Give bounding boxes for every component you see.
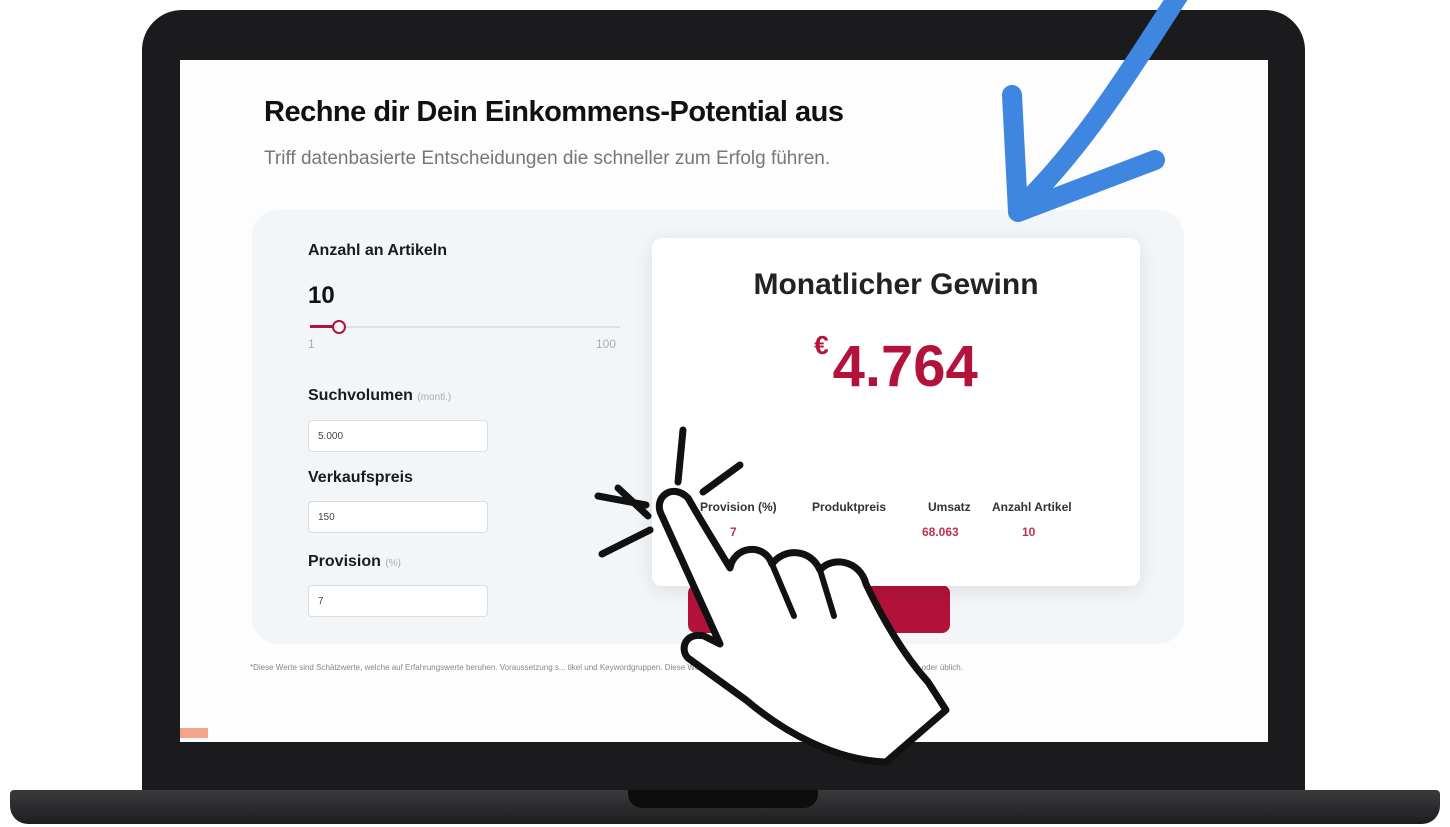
laptop-notch	[628, 790, 818, 808]
commission-label: Provision (%)	[308, 553, 401, 571]
articles-slider-max: 100	[596, 337, 617, 351]
articles-label-text: Anzahl an Artikeln	[308, 242, 447, 259]
articles-slider-thumb[interactable]	[332, 320, 346, 334]
result-title: Monatlicher Gewinn	[753, 268, 1039, 301]
scroll-marker	[180, 728, 208, 738]
articles-label: Anzahl an Artikeln	[308, 242, 447, 260]
commission-input[interactable]	[308, 585, 488, 617]
search-volume-hint: (montl.)	[417, 392, 452, 403]
commission-label-text: Provision	[308, 553, 381, 570]
arrow-down-left-icon	[1002, 0, 1188, 222]
search-volume-input[interactable]	[308, 420, 488, 452]
stat-article-count-label: Anzahl Artikel	[992, 500, 1072, 514]
search-volume-label-text: Suchvolumen	[308, 387, 413, 404]
result-amount: €4.764	[652, 330, 1140, 400]
currency-symbol: €	[814, 330, 829, 360]
stat-article-count-value: 10	[1022, 525, 1036, 539]
sale-price-label-text: Verkaufspreis	[308, 469, 413, 486]
sale-price-label: Verkaufspreis	[308, 469, 413, 487]
search-volume-label: Suchvolumen (montl.)	[308, 387, 451, 405]
page-subtitle: Triff datenbasierte Entscheidungen die s…	[264, 148, 831, 169]
articles-slider-track[interactable]	[310, 326, 620, 328]
commission-hint: (%)	[385, 558, 401, 569]
sale-price-input[interactable]	[308, 501, 488, 533]
profit-value: 4.764	[832, 334, 978, 399]
articles-slider-value: 10	[308, 282, 335, 309]
page-title: Rechne dir Dein Einkommens-Potential aus	[264, 96, 844, 128]
articles-slider-min: 1	[308, 337, 315, 351]
pointing-hand-icon	[594, 426, 950, 766]
